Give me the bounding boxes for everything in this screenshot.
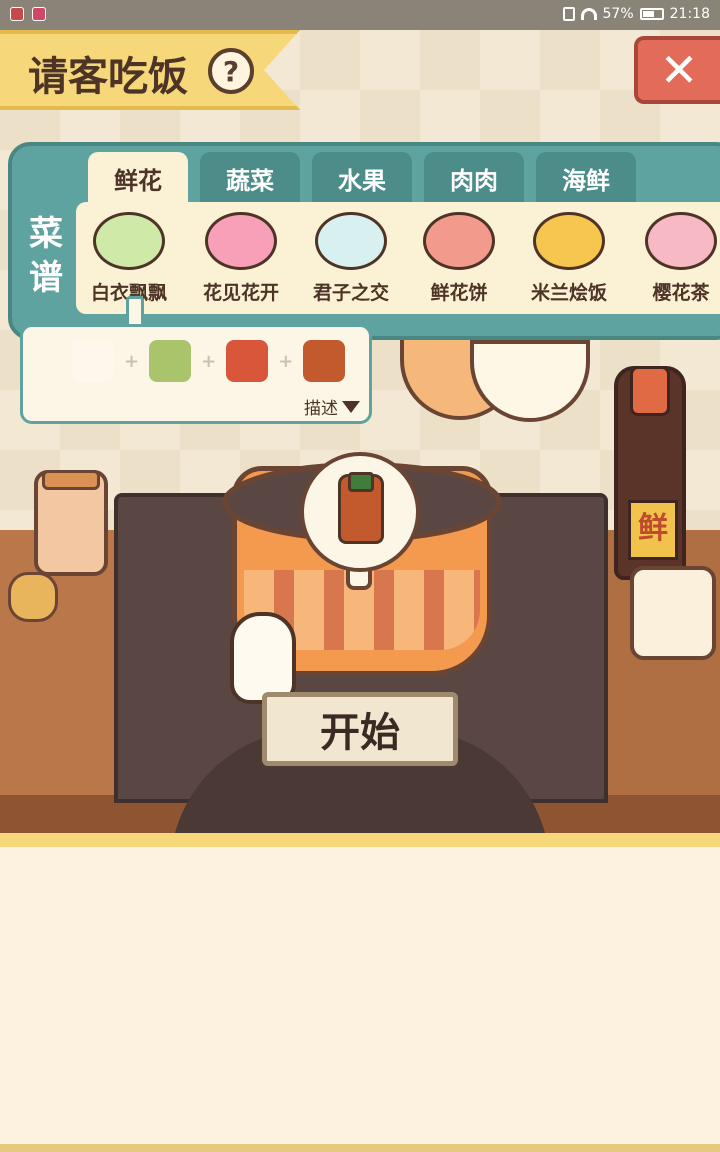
tab-meat[interactable]: 肉肉	[424, 152, 524, 204]
dish-name: 米兰烩饭	[530, 282, 607, 304]
tab-fruits[interactable]: 水果	[312, 152, 412, 204]
sauce-bottle-icon	[303, 340, 346, 382]
close-button[interactable]: ✕	[634, 36, 720, 104]
dish-icon	[315, 212, 387, 270]
triangle-down-icon	[342, 400, 360, 413]
soy-sauce-label: 鲜	[628, 500, 678, 560]
dish-icon	[93, 212, 165, 270]
ingredient-list: + + +	[72, 340, 346, 382]
soy-sauce-cap	[630, 366, 670, 416]
help-button[interactable]: ?	[208, 48, 254, 94]
dish-name: 君子之交	[312, 282, 389, 304]
clock: 21:18	[669, 6, 710, 22]
dish-item[interactable]: 鲜花饼	[406, 202, 512, 314]
dish-item[interactable]: 君子之交	[298, 202, 404, 314]
dish-list: 白衣飘飘 花见花开 君子之交 鲜花饼 米兰烩饭 樱花茶	[76, 202, 720, 314]
plus-sign: +	[278, 350, 294, 372]
asparagus-icon	[149, 340, 192, 382]
bottom-border	[0, 1144, 720, 1152]
category-tabs: 鲜花 蔬菜 水果 肉肉 海鲜	[88, 152, 636, 204]
notification-app-icon	[32, 7, 46, 21]
goji-jar-lid	[42, 470, 100, 490]
pointing-hand-icon	[230, 612, 296, 704]
battery-percent: 57%	[602, 6, 634, 22]
dish-icon	[645, 212, 717, 270]
tab-vegetables[interactable]: 蔬菜	[200, 152, 300, 204]
dish-item[interactable]: 花见花开	[188, 202, 294, 314]
bottom-divider	[0, 833, 720, 847]
status-bar: 57% 21:18	[0, 0, 720, 30]
page-title: 请客吃饭	[28, 54, 188, 100]
plus-sign: +	[201, 350, 217, 372]
lily-flower-icon	[72, 340, 114, 382]
notification-app-icon	[10, 7, 24, 21]
dish-item[interactable]: 樱花茶	[628, 202, 720, 314]
dish-name: 花见花开	[202, 282, 279, 304]
dish-name: 樱花茶	[652, 282, 710, 304]
start-button[interactable]: 开始	[262, 692, 458, 766]
vibrate-icon	[562, 7, 575, 21]
sauce-bottle-cap-icon	[348, 472, 374, 492]
bottom-panel	[0, 847, 720, 1144]
plus-sign: +	[124, 350, 140, 372]
tab-seafood[interactable]: 海鲜	[536, 152, 636, 204]
dish-icon	[423, 212, 495, 270]
dish-icon	[533, 212, 605, 270]
battery-icon	[639, 8, 664, 20]
dish-icon	[205, 212, 277, 270]
recipe-label: 菜谱	[29, 214, 63, 298]
wifi-icon	[580, 8, 597, 20]
goji-berries-icon	[226, 340, 269, 382]
describe-toggle[interactable]: 描述	[304, 394, 360, 419]
dish-item[interactable]: 米兰烩饭	[516, 202, 622, 314]
salt-pot	[630, 566, 716, 660]
ginger	[8, 572, 58, 622]
describe-label: 描述	[304, 399, 338, 419]
dish-name: 鲜花饼	[430, 282, 488, 304]
tab-flowers[interactable]: 鲜花	[88, 152, 188, 204]
